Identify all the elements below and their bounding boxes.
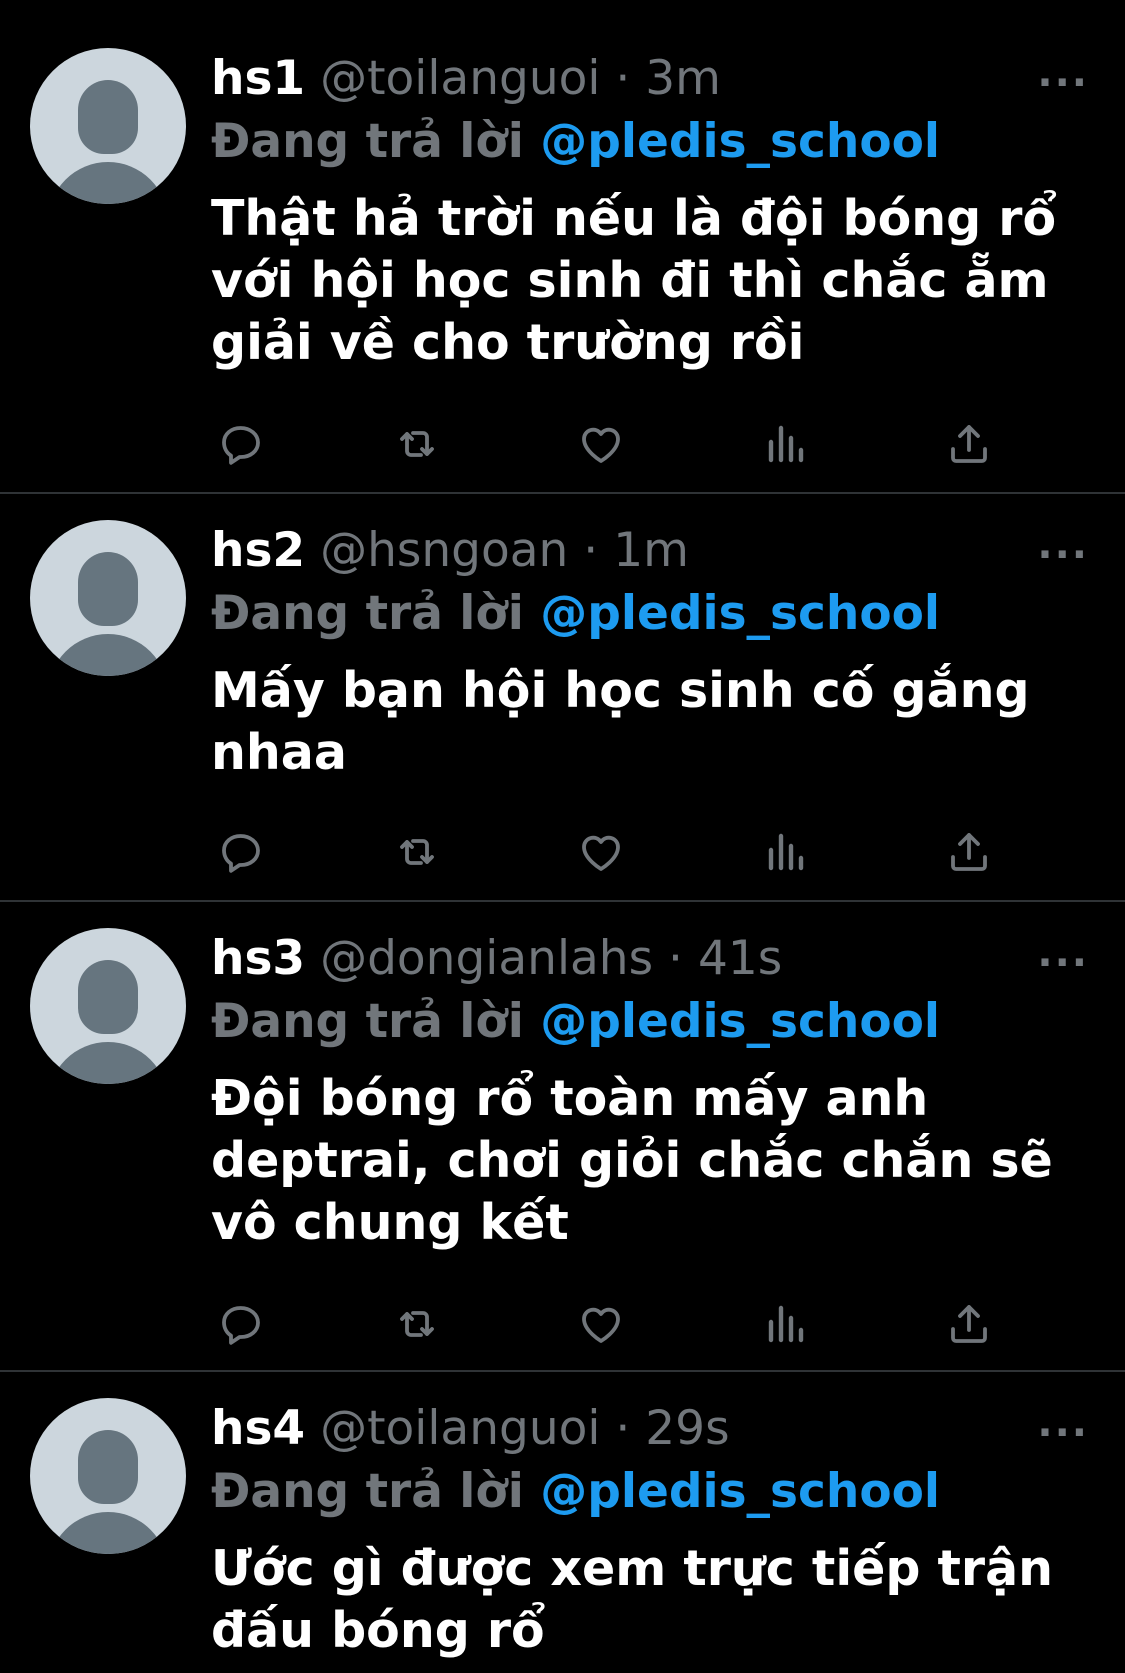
replying-to-handle[interactable]: @pledis_school (540, 1464, 940, 1519)
tweet-header: hs2 @hsngoan · 1m (211, 520, 1091, 582)
share-icon[interactable] (939, 822, 999, 882)
display-name[interactable]: hs4 (211, 1401, 305, 1456)
tweet-actions (211, 414, 1011, 474)
separator-dot: · (583, 523, 599, 578)
replying-to: Đang trả lời @pledis_school (211, 1460, 1091, 1524)
retweet-icon[interactable] (387, 822, 447, 882)
tweet-header: hs1 @toilanguoi · 3m (211, 48, 1091, 110)
replying-to-label: Đang trả lời (211, 586, 524, 641)
display-name[interactable]: hs1 (211, 51, 305, 106)
display-name[interactable]: hs2 (211, 523, 305, 578)
more-options-icon[interactable]: ··· (1037, 1410, 1089, 1456)
tweet-content: hs3 @dongianlahs · 41s Đang trả lời @ple… (211, 928, 1091, 1254)
user-handle[interactable]: @dongianlahs (320, 931, 653, 986)
reply-icon[interactable] (211, 1294, 271, 1354)
tweet[interactable]: hs4 @toilanguoi · 29s Đang trả lời @pled… (0, 1372, 1125, 1673)
timestamp[interactable]: 41s (698, 931, 782, 986)
replying-to-handle[interactable]: @pledis_school (540, 586, 940, 641)
tweet-content: hs1 @toilanguoi · 3m Đang trả lời @pledi… (211, 48, 1091, 374)
retweet-icon[interactable] (387, 414, 447, 474)
separator-dot: · (668, 931, 683, 986)
tweet-text: Thật hả trời nếu là đội bóng rổ với hội … (211, 190, 1057, 371)
more-options-icon[interactable]: ··· (1037, 60, 1089, 106)
replying-to-label: Đang trả lời (211, 114, 524, 169)
tweet-actions (211, 1294, 1011, 1354)
separator-dot: · (615, 51, 631, 106)
retweet-icon[interactable] (387, 1294, 447, 1354)
like-icon[interactable] (571, 1294, 631, 1354)
display-name[interactable]: hs3 (211, 931, 305, 986)
tweet-feed: hs1 @toilanguoi · 3m Đang trả lời @pledi… (0, 0, 1125, 1673)
user-handle[interactable]: @toilanguoi (320, 1401, 600, 1456)
tweet-header: hs4 @toilanguoi · 29s (211, 1398, 1091, 1460)
replying-to-label: Đang trả lời (211, 994, 524, 1049)
views-icon[interactable] (755, 414, 815, 474)
tweet[interactable]: hs1 @toilanguoi · 3m Đang trả lời @pledi… (0, 0, 1125, 494)
tweet-actions (211, 822, 1011, 882)
tweet[interactable]: hs3 @dongianlahs · 41s Đang trả lời @ple… (0, 902, 1125, 1372)
views-icon[interactable] (755, 1294, 815, 1354)
tweet[interactable]: hs2 @hsngoan · 1m Đang trả lời @pledis_s… (0, 494, 1125, 902)
tweet-text: Mấy bạn hội học sinh cố gắng nhaa (211, 662, 1030, 781)
like-icon[interactable] (571, 822, 631, 882)
separator-dot: · (615, 1401, 631, 1456)
tweet-content: hs2 @hsngoan · 1m Đang trả lời @pledis_s… (211, 520, 1091, 784)
replying-to-handle[interactable]: @pledis_school (540, 994, 940, 1049)
user-handle[interactable]: @hsngoan (320, 523, 568, 578)
tweet-content: hs4 @toilanguoi · 29s Đang trả lời @pled… (211, 1398, 1091, 1662)
timestamp[interactable]: 29s (645, 1401, 729, 1456)
avatar[interactable] (30, 928, 186, 1084)
user-handle[interactable]: @toilanguoi (320, 51, 600, 106)
avatar[interactable] (30, 520, 186, 676)
like-icon[interactable] (571, 414, 631, 474)
replying-to: Đang trả lời @pledis_school (211, 110, 1091, 174)
replying-to-label: Đang trả lời (211, 1464, 524, 1519)
more-options-icon[interactable]: ··· (1037, 940, 1089, 986)
avatar[interactable] (30, 1398, 186, 1554)
share-icon[interactable] (939, 1294, 999, 1354)
avatar[interactable] (30, 48, 186, 204)
replying-to: Đang trả lời @pledis_school (211, 990, 1091, 1054)
replying-to: Đang trả lời @pledis_school (211, 582, 1091, 646)
timestamp[interactable]: 1m (613, 523, 689, 578)
timestamp[interactable]: 3m (645, 51, 721, 106)
reply-icon[interactable] (211, 822, 271, 882)
more-options-icon[interactable]: ··· (1037, 532, 1089, 578)
tweet-header: hs3 @dongianlahs · 41s (211, 928, 1091, 990)
replying-to-handle[interactable]: @pledis_school (540, 114, 940, 169)
views-icon[interactable] (755, 822, 815, 882)
reply-icon[interactable] (211, 414, 271, 474)
tweet-text: Ước gì được xem trực tiếp trận đấu bóng … (211, 1540, 1054, 1659)
tweet-text: Đội bóng rổ toàn mấy anh deptrai, chơi g… (211, 1070, 1053, 1251)
share-icon[interactable] (939, 414, 999, 474)
